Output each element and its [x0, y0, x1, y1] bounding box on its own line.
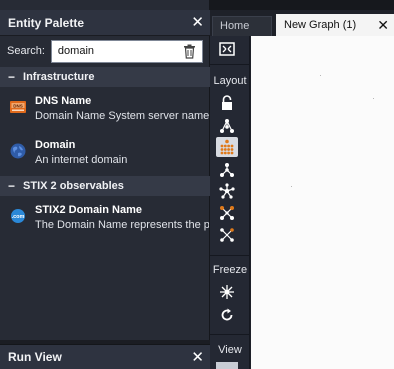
fit-to-view-icon[interactable] — [216, 39, 238, 59]
interactive-layout-icon[interactable] — [216, 203, 238, 223]
entity-item-domain[interactable]: Domain An internet domain — [0, 133, 210, 173]
section-infrastructure[interactable]: − Infrastructure — [0, 67, 210, 87]
view-label: View — [218, 344, 242, 356]
canvas-dot — [291, 186, 292, 187]
run-view-header: Run View ✕ — [0, 344, 210, 369]
tab-label: Home — [220, 20, 250, 32]
graph-tab-bar: Home New Graph (1) ✕ — [210, 10, 394, 36]
collapse-icon[interactable]: − — [8, 179, 15, 193]
panel-title: Entity Palette — [8, 15, 85, 30]
section-stix2-observables[interactable]: − STIX 2 observables — [0, 176, 210, 196]
collapse-icon[interactable]: − — [8, 70, 15, 84]
tab-label: New Graph (1) — [284, 19, 357, 31]
svg-text:.com: .com — [12, 214, 25, 220]
dns-icon: DNS — [10, 99, 26, 115]
divider — [210, 255, 250, 256]
canvas-dot — [320, 75, 321, 76]
app-window: Entity Palette ✕ Search: − Infrastructur… — [0, 0, 394, 369]
organic-layout-icon[interactable] — [216, 181, 238, 201]
view-option-icon[interactable] — [216, 362, 238, 369]
graph-canvas[interactable] — [251, 36, 394, 369]
trash-icon[interactable] — [182, 43, 198, 59]
entity-item-dns-name[interactable]: DNS DNS Name Domain Name System server n… — [0, 89, 210, 129]
freeze-label: Freeze — [212, 264, 248, 276]
entity-item-stix2-domain-name[interactable]: .com STIX2 Domain Name The Domain Name r… — [0, 198, 210, 238]
freeze-icon[interactable] — [216, 282, 238, 302]
entity-description: Domain Name System server name — [35, 110, 209, 122]
entity-description: The Domain Name represents the pr — [35, 219, 209, 231]
block-layout-icon[interactable] — [216, 137, 238, 157]
globe-icon — [10, 143, 26, 159]
search-row: Search: — [0, 37, 210, 65]
search-input[interactable] — [57, 45, 182, 57]
lock-layout-icon[interactable] — [216, 93, 238, 113]
close-icon[interactable]: ✕ — [191, 15, 204, 30]
entity-name: DNS Name — [35, 95, 92, 107]
divider — [210, 64, 250, 65]
tab-home[interactable]: Home — [212, 16, 272, 36]
svg-text:DNS: DNS — [13, 103, 23, 108]
graph-toolbar: Layout Freeze View — [210, 36, 250, 369]
entity-name: STIX2 Domain Name — [35, 204, 142, 216]
entity-name: Domain — [35, 139, 76, 151]
section-title: STIX 2 observables — [23, 180, 124, 192]
entity-palette-header: Entity Palette ✕ — [0, 10, 210, 36]
search-box[interactable] — [50, 39, 203, 63]
layout-label: Layout — [213, 75, 247, 87]
tree-layout-icon[interactable] — [216, 160, 238, 180]
com-domain-icon: .com — [10, 208, 26, 224]
canvas-dot — [373, 98, 374, 99]
entity-description: An internet domain — [35, 154, 128, 166]
refresh-icon[interactable] — [216, 305, 238, 325]
hierarchical-layout-icon[interactable] — [216, 116, 238, 136]
search-label: Search: — [7, 45, 45, 57]
panel-title: Run View — [8, 350, 62, 364]
section-title: Infrastructure — [23, 71, 95, 83]
close-icon[interactable]: ✕ — [377, 18, 389, 32]
close-icon[interactable]: ✕ — [191, 350, 204, 365]
circular-layout-icon[interactable] — [216, 225, 238, 245]
divider — [210, 334, 250, 335]
tab-new-graph[interactable]: New Graph (1) ✕ — [276, 14, 394, 36]
